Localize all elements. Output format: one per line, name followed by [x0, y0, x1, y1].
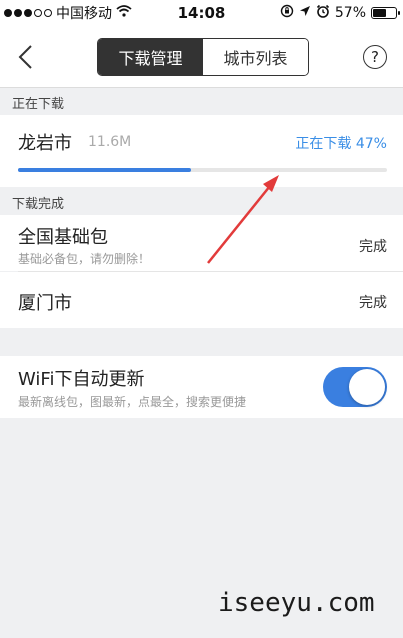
completed-item-row[interactable]: 厦门市 完成 [0, 272, 403, 328]
city-size: 11.6M [88, 134, 132, 150]
progress-bar [18, 168, 387, 172]
wifi-update-toggle[interactable] [323, 367, 387, 407]
wifi-update-title: WiFi下自动更新 [18, 369, 145, 390]
city-name: 龙岩市 [18, 133, 72, 154]
tab-download-management[interactable]: 下载管理 [98, 39, 203, 75]
status-complete: 完成 [359, 239, 387, 255]
section-header-completed: 下载完成 [0, 189, 403, 215]
location-icon [299, 5, 311, 21]
toggle-knob [349, 369, 385, 405]
section-header-downloading: 正在下载 [0, 89, 403, 115]
city-subtitle: 基础必备包，请勿删除！ [18, 252, 151, 266]
signal-strength-icon [4, 9, 52, 17]
watermark: iseeyu.com [218, 588, 375, 618]
download-item-row[interactable]: 龙岩市 11.6M 正在下载 47% [0, 115, 403, 187]
segmented-control: 下载管理 城市列表 [97, 38, 309, 76]
wifi-icon [116, 5, 132, 21]
download-status: 正在下载 47% [295, 136, 387, 152]
orientation-lock-icon [280, 4, 294, 22]
alarm-icon [316, 4, 330, 22]
battery-level [373, 9, 386, 17]
help-icon[interactable]: ? [363, 45, 387, 69]
carrier-name: 中国移动 [56, 6, 112, 22]
completed-item-row[interactable]: 全国基础包 基础必备包，请勿删除！ 完成 [0, 215, 403, 271]
wifi-update-row: WiFi下自动更新 最新离线包，图最新，点最全，搜索更便捷 [0, 356, 403, 418]
city-name: 全国基础包 [18, 227, 108, 248]
status-left: 中国移动 [4, 3, 132, 23]
status-bar: 中国移动 14:08 57% [0, 0, 403, 26]
chevron-left-icon [18, 45, 32, 69]
back-button[interactable] [10, 40, 40, 74]
tab-city-list[interactable]: 城市列表 [203, 39, 308, 75]
wifi-update-subtitle: 最新离线包，图最新，点最全，搜索更便捷 [18, 395, 247, 409]
progress-fill [18, 168, 192, 172]
nav-bar: 下载管理 城市列表 ? [0, 26, 403, 88]
status-complete: 完成 [359, 295, 387, 311]
battery-percent: 57% [334, 5, 366, 21]
battery-icon [371, 7, 400, 19]
city-name: 厦门市 [18, 293, 72, 314]
status-right: 57% [280, 4, 400, 22]
